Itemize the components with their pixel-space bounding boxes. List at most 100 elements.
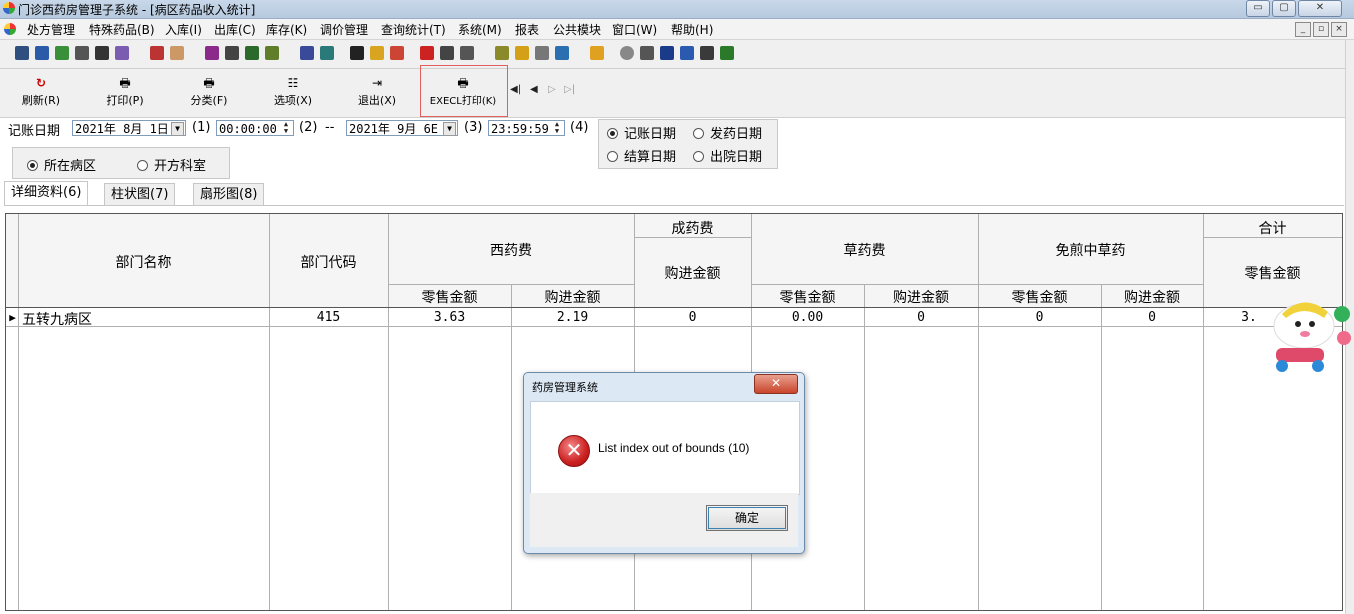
module-icon-2[interactable]: [35, 46, 49, 60]
menu-inventory[interactable]: 库存(K): [266, 21, 307, 38]
options-button[interactable]: ☷ 选项(X): [258, 73, 328, 113]
mdi-close-button[interactable]: ×: [1331, 22, 1347, 37]
module-icon-24[interactable]: [555, 46, 569, 60]
cell-decoction-purchase[interactable]: 0: [1101, 310, 1203, 325]
module-icon-25[interactable]: [590, 46, 604, 60]
mascot-widget-icon[interactable]: [1262, 296, 1354, 376]
dialog-close-button[interactable]: ✕: [754, 374, 798, 394]
module-icon-3[interactable]: [55, 46, 69, 60]
first-record-icon[interactable]: ◀|: [510, 84, 521, 95]
header-patent-purchase[interactable]: 购进金额: [634, 263, 751, 283]
end-time-field[interactable]: 23:59:59 ▲ ▼: [488, 120, 565, 136]
classify-button[interactable]: 🖶 分类(F): [174, 73, 244, 113]
header-total[interactable]: 合计: [1203, 218, 1342, 238]
module-icon-7[interactable]: [150, 46, 164, 60]
header-western-retail[interactable]: 零售金额: [388, 287, 511, 307]
module-icon-17[interactable]: [390, 46, 404, 60]
tab-pie-chart[interactable]: 扇形图(8): [193, 183, 265, 205]
thermometer-icon[interactable]: [515, 46, 529, 60]
module-icon-11[interactable]: [245, 46, 259, 60]
menu-reports[interactable]: 报表: [515, 21, 539, 38]
cell-herbal-retail[interactable]: 0.00: [751, 310, 864, 325]
header-western-purchase[interactable]: 购进金额: [511, 287, 634, 307]
maximize-button[interactable]: ▢: [1272, 0, 1296, 17]
header-total-retail[interactable]: 零售金额: [1203, 263, 1342, 283]
cell-herbal-purchase[interactable]: 0: [864, 310, 978, 325]
radio-dispense-date[interactable]: 发药日期: [693, 123, 762, 142]
module-icon-6[interactable]: [115, 46, 129, 60]
menu-price-adjust[interactable]: 调价管理: [320, 21, 368, 38]
header-herbal[interactable]: 草药费: [751, 240, 978, 260]
tab-details[interactable]: 详细资料(6): [4, 181, 89, 206]
next-record-icon[interactable]: ▷: [548, 84, 556, 95]
radio-ward[interactable]: 所在病区: [27, 155, 96, 174]
mdi-minimize-button[interactable]: _: [1295, 22, 1311, 37]
grid-icon[interactable]: [350, 46, 364, 60]
header-dept-code[interactable]: 部门代码: [269, 252, 388, 272]
module-icon-1[interactable]: [15, 46, 29, 60]
module-icon-12[interactable]: [265, 46, 279, 60]
radio-posting-date[interactable]: 记账日期: [607, 123, 676, 142]
refresh-button[interactable]: ↻ 刷新(R): [6, 73, 76, 113]
module-icon-21[interactable]: [495, 46, 509, 60]
module-icon-20[interactable]: [460, 46, 474, 60]
ok-button[interactable]: 确定: [706, 505, 788, 531]
header-decoction-purchase[interactable]: 购进金额: [1101, 287, 1203, 307]
tab-bar-chart[interactable]: 柱状图(7): [104, 183, 176, 205]
close-window-button[interactable]: ✕: [1298, 0, 1342, 17]
header-western[interactable]: 西药费: [388, 240, 634, 260]
cell-dept-name[interactable]: 五转九病区: [22, 309, 92, 329]
module-icon-8[interactable]: [170, 46, 184, 60]
menu-help[interactable]: 帮助(H): [671, 21, 713, 38]
cell-western-purchase[interactable]: 2.19: [511, 310, 634, 325]
cell-patent-purchase[interactable]: 0: [634, 310, 751, 325]
menu-query-stats[interactable]: 查询统计(T): [381, 21, 446, 38]
module-icon-31[interactable]: [720, 46, 734, 60]
header-herbal-retail[interactable]: 零售金额: [751, 287, 864, 307]
binoculars-icon[interactable]: [95, 46, 109, 60]
start-time-field[interactable]: 00:00:00 ▲ ▼: [216, 120, 294, 136]
module-icon-18[interactable]: [420, 46, 434, 60]
module-icon-10[interactable]: [225, 46, 239, 60]
module-icon-19[interactable]: [440, 46, 454, 60]
radio-prescribing-dept[interactable]: 开方科室: [137, 155, 206, 174]
menu-stock-in[interactable]: 入库(I): [165, 21, 202, 38]
module-icon-14[interactable]: [320, 46, 334, 60]
end-date-picker[interactable]: 2021年 9月 6E ▼: [346, 120, 458, 136]
module-icon-13[interactable]: [300, 46, 314, 60]
magnifier-icon[interactable]: [535, 46, 549, 60]
cell-dept-code[interactable]: 415: [269, 310, 388, 325]
cell-decoction-retail[interactable]: 0: [978, 310, 1101, 325]
header-decoction-retail[interactable]: 零售金额: [978, 287, 1101, 307]
mdi-restore-button[interactable]: ▫: [1313, 22, 1329, 37]
spinner-icon[interactable]: ▲ ▼: [551, 121, 563, 135]
module-icon-28[interactable]: [660, 46, 674, 60]
module-icon-9[interactable]: [205, 46, 219, 60]
menu-stock-out[interactable]: 出库(C): [214, 21, 256, 38]
exit-button[interactable]: ⇥ 退出(X): [342, 73, 412, 113]
header-herbal-purchase[interactable]: 购进金额: [864, 287, 978, 307]
zoom-icon[interactable]: [640, 46, 654, 60]
module-icon-30[interactable]: [700, 46, 714, 60]
menu-public-module[interactable]: 公共模块: [553, 21, 601, 38]
module-icon-29[interactable]: [680, 46, 694, 60]
start-date-picker[interactable]: 2021年 8月 1日 ▼: [72, 120, 186, 136]
menu-special-drugs[interactable]: 特殊药品(B): [89, 21, 155, 38]
menu-window[interactable]: 窗口(W): [612, 21, 657, 38]
minimize-button[interactable]: ▭: [1246, 0, 1270, 17]
module-icon-4[interactable]: [75, 46, 89, 60]
header-dept-name[interactable]: 部门名称: [18, 252, 269, 272]
menu-prescription[interactable]: 处方管理: [27, 21, 75, 38]
dropdown-arrow-icon[interactable]: ▼: [171, 122, 184, 136]
header-patent[interactable]: 成药费: [634, 218, 751, 238]
bell-icon[interactable]: [370, 46, 384, 60]
radio-discharge-date[interactable]: 出院日期: [693, 146, 762, 165]
menu-system[interactable]: 系统(M): [458, 21, 502, 38]
header-decoction-free[interactable]: 免煎中草药: [978, 240, 1203, 260]
cell-western-retail[interactable]: 3.63: [388, 310, 511, 325]
last-record-icon[interactable]: ▷|: [564, 84, 575, 95]
dropdown-arrow-icon[interactable]: ▼: [443, 122, 456, 136]
print-button[interactable]: 🖶 打印(P): [90, 73, 160, 113]
module-icon-26[interactable]: [620, 46, 634, 60]
spinner-icon[interactable]: ▲ ▼: [280, 121, 292, 135]
